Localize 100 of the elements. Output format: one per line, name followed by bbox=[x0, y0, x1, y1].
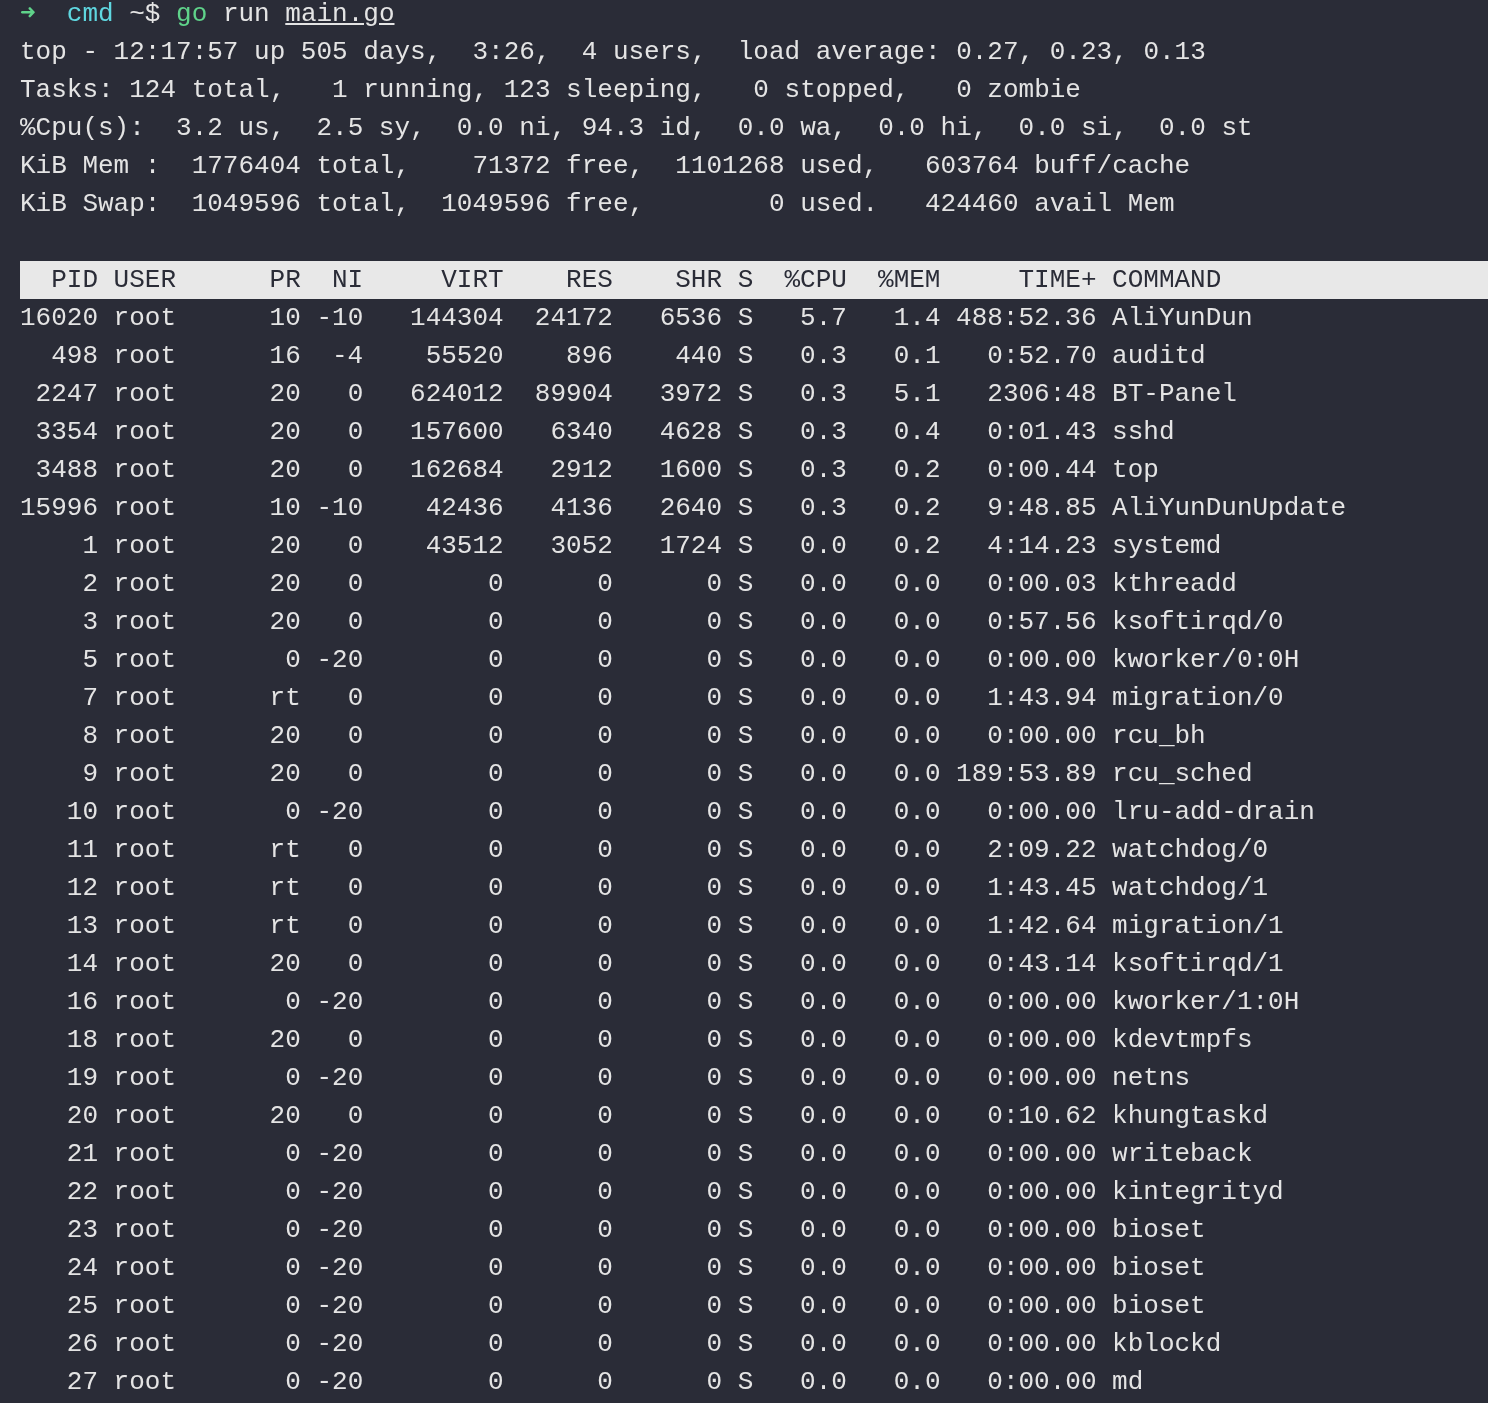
table-cell-text: kblockd bbox=[1112, 1328, 1222, 1361]
column-header: TIME+ bbox=[1018, 264, 1097, 297]
table-cell-text: S bbox=[737, 1100, 754, 1133]
table-cell-text: 0.2 bbox=[893, 492, 941, 525]
table-cell-text: S bbox=[737, 530, 754, 563]
table-cell-text: root bbox=[113, 758, 176, 791]
table-cell-text: 0 bbox=[347, 1100, 364, 1133]
table-cell-text: 0 bbox=[706, 568, 723, 601]
table-cell-text: 20 bbox=[269, 1100, 301, 1133]
table-cell-text: 3488 bbox=[35, 454, 98, 487]
table-cell-text: kintegrityd bbox=[1112, 1176, 1284, 1209]
table-cell-text: 189:53.89 bbox=[956, 758, 1097, 791]
table-cell-text: root bbox=[113, 416, 176, 449]
table-cell-text: 0 bbox=[488, 1062, 504, 1095]
table-cell-text: bioset bbox=[1112, 1252, 1206, 1285]
table-cell-text: 0 bbox=[597, 796, 613, 829]
table-cell-text: S bbox=[737, 1214, 754, 1247]
table-cell-text: 0 bbox=[347, 910, 364, 943]
table-cell-text: kworker/0:0H bbox=[1112, 644, 1300, 677]
table-cell-text: 0 bbox=[706, 1138, 723, 1171]
table-cell-text: 20 bbox=[269, 454, 301, 487]
table-cell-text: 162684 bbox=[410, 454, 504, 487]
table-cell-text: 0 bbox=[488, 1366, 504, 1399]
table-cell-text: 0.0 bbox=[893, 948, 941, 981]
table-cell-text: 0.4 bbox=[893, 416, 941, 449]
table-cell-text: writeback bbox=[1112, 1138, 1253, 1171]
table-cell-text: 18 bbox=[66, 1024, 98, 1057]
table-cell-text: S bbox=[737, 796, 754, 829]
table-cell-text: 0.0 bbox=[800, 644, 847, 677]
table-cell-text: 0:00.00 bbox=[987, 1062, 1097, 1095]
table-cell-text: 0 bbox=[488, 1024, 504, 1057]
table-cell-text: 0.0 bbox=[893, 568, 941, 601]
table-cell-text: 16 bbox=[269, 340, 301, 373]
table-cell-text: 1:42.64 bbox=[987, 910, 1097, 943]
table-cell-text: 0 bbox=[285, 1062, 301, 1095]
table-cell-text: -20 bbox=[316, 1328, 364, 1361]
table-cell-text: 0 bbox=[347, 872, 364, 905]
table-cell-text: 0:00.00 bbox=[987, 796, 1097, 829]
table-cell-text: 0 bbox=[347, 1024, 364, 1057]
table-cell-text: S bbox=[737, 720, 754, 753]
table-cell-text: migration/1 bbox=[1112, 910, 1284, 943]
column-header: NI bbox=[332, 264, 364, 297]
table-cell-text: root bbox=[113, 1176, 176, 1209]
table-cell-text: S bbox=[737, 492, 754, 525]
table-cell-text: migration/0 bbox=[1112, 682, 1284, 715]
table-cell-text: 0 bbox=[285, 1138, 301, 1171]
table-cell-text: 0 bbox=[488, 1100, 504, 1133]
table-cell-text: 20 bbox=[269, 378, 301, 411]
table-cell-text: 2306:48 bbox=[987, 378, 1097, 411]
table-cell-text: -10 bbox=[316, 302, 364, 335]
table-cell-text: 5.1 bbox=[893, 378, 941, 411]
directory-name: cmd bbox=[66, 0, 114, 31]
table-cell-text: 0.0 bbox=[893, 720, 941, 753]
table-cell-text: -20 bbox=[316, 1290, 364, 1323]
table-cell-text: root bbox=[113, 682, 176, 715]
table-cell-text: khungtaskd bbox=[1112, 1100, 1269, 1133]
table-cell-text: root bbox=[113, 302, 176, 335]
table-cell-text: 0 bbox=[706, 606, 723, 639]
table-cell-text: 1.4 bbox=[893, 302, 941, 335]
table-cell-text: 0 bbox=[488, 606, 504, 639]
table-cell-text: root bbox=[113, 1214, 176, 1247]
table-cell-text: 11 bbox=[66, 834, 98, 867]
table-cell-text: root bbox=[113, 1328, 176, 1361]
table-cell-text: 0.0 bbox=[893, 986, 941, 1019]
table-cell-text: rt bbox=[269, 910, 301, 943]
table-cell-text: 0:10.62 bbox=[987, 1100, 1097, 1133]
table-cell-text: root bbox=[113, 1100, 176, 1133]
table-cell-text: 0 bbox=[597, 1062, 613, 1095]
table-cell-text: 0 bbox=[597, 834, 613, 867]
table-cell-text: 0:43.14 bbox=[987, 948, 1097, 981]
table-cell-text: 5.7 bbox=[800, 302, 847, 335]
table-cell-text: -20 bbox=[316, 1062, 364, 1095]
table-cell-text: 0.2 bbox=[893, 530, 941, 563]
table-cell-text: S bbox=[737, 416, 754, 449]
table-cell-text: 0:00.00 bbox=[987, 644, 1097, 677]
table-cell-text: root bbox=[113, 1366, 176, 1399]
table-cell-text: 0.0 bbox=[893, 1176, 941, 1209]
table-cell-text: rt bbox=[269, 682, 301, 715]
table-cell-text: 0.0 bbox=[800, 796, 847, 829]
table-cell-text: 488:52.36 bbox=[956, 302, 1097, 335]
table-cell-text: 22 bbox=[66, 1176, 98, 1209]
table-cell-text: 0:00.00 bbox=[987, 1176, 1097, 1209]
table-cell-text: 0.0 bbox=[893, 682, 941, 715]
table-cell-text: lru-add-drain bbox=[1112, 796, 1315, 829]
table-cell-text: 0:52.70 bbox=[987, 340, 1097, 373]
table-cell-text: 0:00.00 bbox=[987, 1290, 1097, 1323]
table-cell-text: 0 bbox=[347, 416, 364, 449]
table-cell-text: BT-Panel bbox=[1112, 378, 1237, 411]
table-cell-text: 0:00.00 bbox=[987, 986, 1097, 1019]
table-cell-text: 0.0 bbox=[800, 758, 847, 791]
table-cell-text: 0:01.43 bbox=[987, 416, 1097, 449]
table-cell-text: netns bbox=[1112, 1062, 1191, 1095]
table-cell-text: 7 bbox=[82, 682, 98, 715]
table-cell-text: 0.0 bbox=[800, 1176, 847, 1209]
table-cell-text: 0 bbox=[347, 378, 364, 411]
table-cell-text: 0 bbox=[488, 986, 504, 1019]
table-cell-text: 16 bbox=[66, 986, 98, 1019]
table-cell-text: 0.0 bbox=[893, 606, 941, 639]
table-cell-text: 25 bbox=[66, 1290, 98, 1323]
table-cell-text: md bbox=[1112, 1366, 1144, 1399]
